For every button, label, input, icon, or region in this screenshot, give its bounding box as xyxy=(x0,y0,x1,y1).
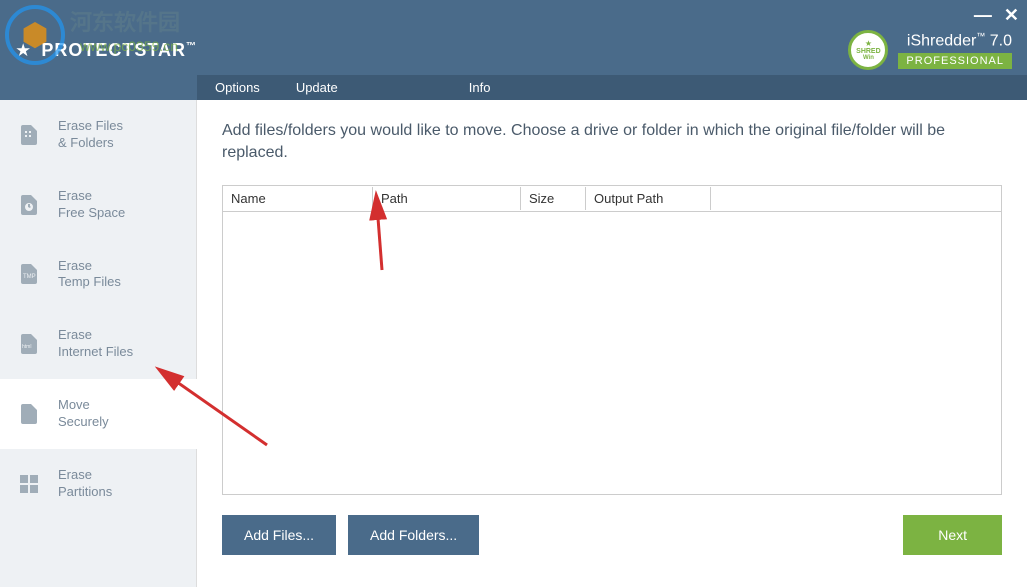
add-files-button[interactable]: Add Files... xyxy=(222,515,336,555)
main-area: Erase Files& Folders EraseFree Space TMP… xyxy=(0,100,1027,587)
file-arrow-icon xyxy=(15,400,43,428)
menu-info[interactable]: Info xyxy=(451,80,509,95)
column-header-path[interactable]: Path xyxy=(373,187,521,210)
app-header: PROTECTSTAR™ — ✕ ★ SHRED Win iShredder™ … xyxy=(0,0,1027,100)
close-button[interactable]: ✕ xyxy=(1004,5,1019,26)
brand-logo-area: PROTECTSTAR™ xyxy=(0,30,197,70)
button-row: Add Files... Add Folders... Next xyxy=(222,515,1002,555)
content-area: Add files/folders you would like to move… xyxy=(197,100,1027,587)
window-controls: — ✕ xyxy=(974,5,1019,26)
column-header-output[interactable]: Output Path xyxy=(586,187,711,210)
file-clock-icon xyxy=(15,191,43,219)
next-button[interactable]: Next xyxy=(903,515,1002,555)
sidebar-item-label: Erase Files& Folders xyxy=(58,118,123,152)
sidebar-item-label: EraseFree Space xyxy=(58,188,125,222)
sidebar-item-temp-files[interactable]: TMP EraseTemp Files xyxy=(0,240,196,310)
file-tmp-icon: TMP xyxy=(15,260,43,288)
brand-name: PROTECTSTAR™ xyxy=(41,40,197,61)
sidebar-item-label: EraseInternet Files xyxy=(58,327,133,361)
column-header-size[interactable]: Size xyxy=(521,187,586,210)
shred-badge-icon: ★ SHRED Win xyxy=(848,30,888,70)
sidebar: Erase Files& Folders EraseFree Space TMP… xyxy=(0,100,197,587)
product-name: iShredder™ 7.0 xyxy=(898,31,1012,50)
menu-options[interactable]: Options xyxy=(197,80,278,95)
protectstar-logo-icon xyxy=(15,30,31,70)
product-edition: PROFESSIONAL xyxy=(898,53,1012,69)
add-folders-button[interactable]: Add Folders... xyxy=(348,515,479,555)
menu-bar: Options Update Info xyxy=(197,75,1027,100)
instruction-text: Add files/folders you would like to move… xyxy=(222,120,1002,165)
menu-update[interactable]: Update xyxy=(278,80,356,95)
file-html-icon: html xyxy=(15,330,43,358)
sidebar-item-free-space[interactable]: EraseFree Space xyxy=(0,170,196,240)
partition-icon xyxy=(15,470,43,498)
product-branding: ★ SHRED Win iShredder™ 7.0 PROFESSIONAL xyxy=(848,30,1012,70)
sidebar-item-internet-files[interactable]: html EraseInternet Files xyxy=(0,309,196,379)
sidebar-item-partitions[interactable]: ErasePartitions xyxy=(0,449,196,519)
svg-text:TMP: TMP xyxy=(23,274,36,280)
svg-text:html: html xyxy=(22,344,31,350)
sidebar-item-move-securely[interactable]: MoveSecurely xyxy=(0,379,197,449)
minimize-button[interactable]: — xyxy=(974,5,992,26)
sidebar-item-erase-files[interactable]: Erase Files& Folders xyxy=(0,100,196,170)
sidebar-item-label: EraseTemp Files xyxy=(58,258,121,292)
sidebar-item-label: MoveSecurely xyxy=(58,397,109,431)
table-header: Name Path Size Output Path xyxy=(223,186,1001,212)
sidebar-item-label: ErasePartitions xyxy=(58,467,112,501)
column-header-name[interactable]: Name xyxy=(223,187,373,210)
column-header-empty xyxy=(711,194,1001,202)
file-table: Name Path Size Output Path xyxy=(222,185,1002,495)
file-dots-icon xyxy=(15,121,43,149)
